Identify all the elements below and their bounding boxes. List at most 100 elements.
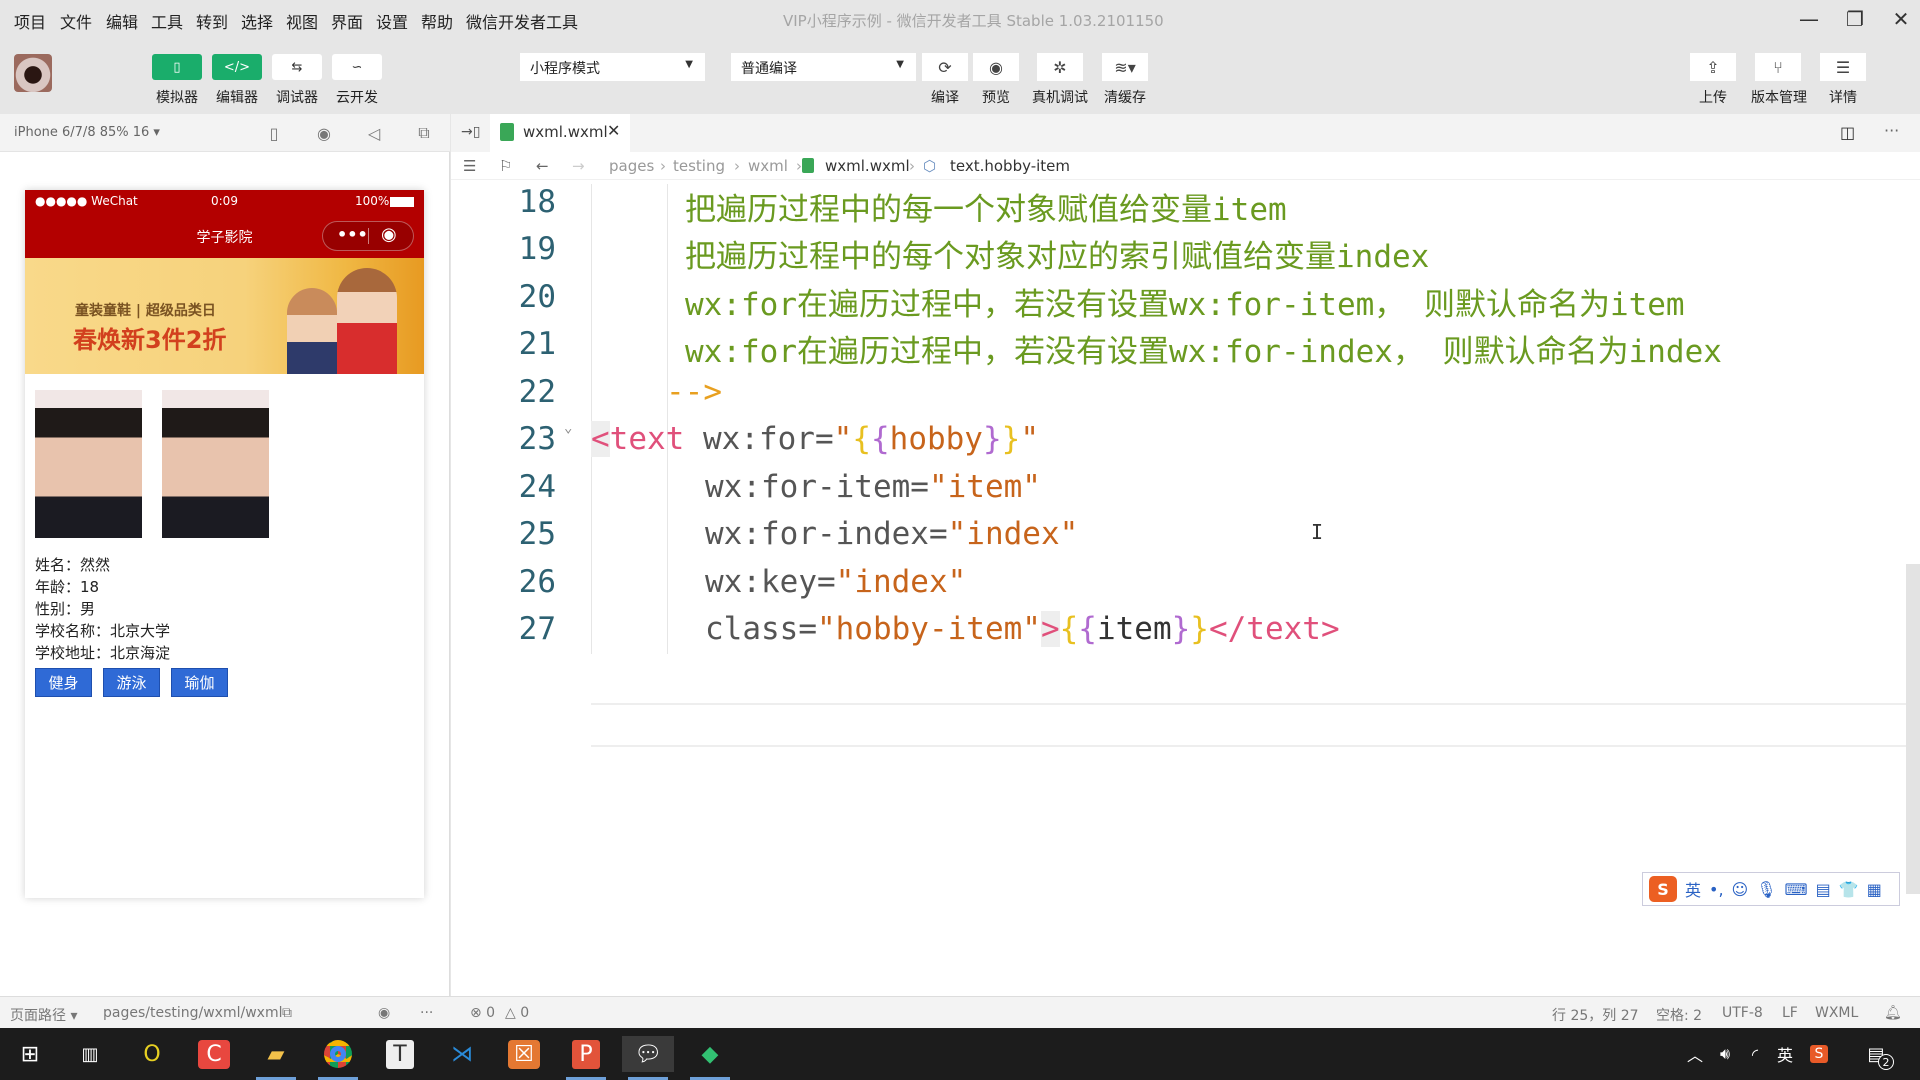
more-icon[interactable]: ··· <box>420 1005 433 1021</box>
copy-icon[interactable]: ⧉ <box>282 1005 292 1021</box>
record-icon[interactable]: ◉ <box>314 123 334 143</box>
bookmark-icon[interactable]: ⚐ <box>499 157 512 175</box>
skin-icon[interactable]: 👕 <box>1839 880 1859 899</box>
compile-mode-select[interactable]: 普通编译 ▼ <box>731 53 916 81</box>
hobby-item[interactable]: 瑜伽 <box>171 668 228 697</box>
input-lang-indicator[interactable]: 英 <box>1770 1036 1800 1072</box>
ime-lang-toggle[interactable]: 英 <box>1685 877 1701 901</box>
cursor-position[interactable]: 行 25，列 27 <box>1552 1005 1639 1025</box>
sogou-logo-icon[interactable]: S <box>1649 876 1677 902</box>
outline-icon[interactable]: ☰ <box>463 157 476 175</box>
punctuation-icon[interactable]: •, <box>1709 880 1724 899</box>
breadcrumb-item[interactable]: wxml <box>748 157 788 175</box>
app-c-icon[interactable]: C <box>188 1036 240 1072</box>
details-button[interactable]: ☰ <box>1820 53 1866 81</box>
editor-toggle-button[interactable]: </> <box>212 54 262 80</box>
back-icon[interactable]: ← <box>536 157 549 175</box>
debugger-toggle-button[interactable]: ⇆ <box>272 54 322 80</box>
menu-select[interactable]: 选择 <box>241 9 273 33</box>
sogou-tray-icon[interactable]: S <box>1804 1036 1834 1072</box>
eye-icon[interactable]: ◉ <box>378 1005 390 1021</box>
menu-project[interactable]: 项目 <box>14 9 46 33</box>
keyboard-icon[interactable]: ⌨ <box>1785 880 1808 899</box>
notification-center-icon[interactable]: ▤ 2 <box>1856 1036 1896 1072</box>
phone-rotate-icon[interactable]: ▯ <box>264 123 284 143</box>
volume-icon[interactable]: ◁ <box>364 123 384 143</box>
device-select[interactable]: iPhone 6/7/8 85% 16 ▾ <box>14 125 160 140</box>
line-number: 22 <box>518 374 556 410</box>
warning-count[interactable]: △ 0 <box>505 1005 529 1021</box>
error-count[interactable]: ⊗ 0 <box>470 1005 495 1021</box>
menu-devtools[interactable]: 微信开发者工具 <box>466 9 578 33</box>
forward-icon[interactable]: → <box>572 157 585 175</box>
page-path-select[interactable]: 页面路径 ▾ <box>10 1005 77 1025</box>
app-green-icon[interactable]: ◆ <box>684 1036 736 1080</box>
minimize-button[interactable]: — <box>1786 4 1832 34</box>
file-explorer-icon[interactable]: ▰ <box>250 1036 302 1080</box>
split-editor-icon[interactable]: ◫ <box>1840 123 1855 142</box>
powerpoint-icon[interactable]: P <box>560 1036 612 1080</box>
hobby-item[interactable]: 游泳 <box>103 668 160 697</box>
menu-help[interactable]: 帮助 <box>421 9 453 33</box>
typora-icon[interactable]: T <box>374 1036 426 1072</box>
breadcrumb-item[interactable]: wxml.wxml <box>825 157 910 175</box>
fold-chevron-icon[interactable]: ⌄ <box>564 420 572 436</box>
indentation[interactable]: 空格: 2 <box>1656 1005 1702 1025</box>
token: "index" <box>947 516 1079 552</box>
tray-expand-icon[interactable]: ︿ <box>1680 1036 1710 1072</box>
close-miniprogram-icon[interactable]: ◉ <box>381 224 397 245</box>
wifi-icon[interactable]: ◜ <box>1740 1036 1770 1072</box>
tab-wxml[interactable]: wxml.wxml ✕ <box>490 114 630 152</box>
menu-goto[interactable]: 转到 <box>196 9 228 33</box>
windows-start-icon[interactable]: ⊞ <box>4 1036 56 1072</box>
simulator-toggle-button[interactable]: ▯ <box>152 54 202 80</box>
menu-interface[interactable]: 界面 <box>331 9 363 33</box>
user-avatar[interactable] <box>14 54 52 92</box>
chrome-icon[interactable] <box>312 1036 364 1080</box>
close-button[interactable]: ✕ <box>1878 4 1920 34</box>
chevron-right-icon: › <box>909 157 915 175</box>
more-icon[interactable]: ••• <box>337 225 368 244</box>
line-ending[interactable]: LF <box>1782 1005 1798 1021</box>
code-line-comment: wx:for在遍历过程中，若没有设置wx:for-index， 则默认命名为in… <box>685 334 1722 370</box>
more-actions-icon[interactable]: ··· <box>1884 121 1899 140</box>
toolbox-icon[interactable]: ▤ <box>1816 880 1831 899</box>
bell-icon[interactable]: 🔔︎ <box>1884 1005 1902 1021</box>
close-tab-icon[interactable]: ✕ <box>607 121 620 140</box>
cortana-icon[interactable]: O <box>126 1036 178 1072</box>
menu-settings[interactable]: 设置 <box>376 9 408 33</box>
ime-toolbar: S 英 •, ☺ 🎙 ⌨ ▤ 👕 ▦ <box>1642 872 1900 906</box>
menu-tools[interactable]: 工具 <box>151 9 183 33</box>
cloud-dev-button[interactable]: ∽ <box>332 54 382 80</box>
code-line-comment: 把遍历过程中的每一个对象赋值给变量item <box>685 192 1287 228</box>
version-control-button[interactable]: ⑂ <box>1755 53 1801 81</box>
vscode-icon[interactable]: ⋊ <box>436 1036 488 1072</box>
emoji-icon[interactable]: ☺ <box>1732 880 1749 899</box>
detach-window-icon[interactable]: ⧉ <box>414 123 434 143</box>
compile-button[interactable]: ⟳ <box>922 53 968 81</box>
microphone-icon[interactable]: 🎙 <box>1756 880 1776 899</box>
menu-file[interactable]: 文件 <box>60 9 92 33</box>
upload-button[interactable]: ⇪ <box>1690 53 1736 81</box>
mode-select[interactable]: 小程序模式 ▼ <box>520 53 705 81</box>
language-mode[interactable]: WXML <box>1815 1005 1858 1021</box>
apps-grid-icon[interactable]: ▦ <box>1867 880 1882 899</box>
hobby-item[interactable]: 健身 <box>35 668 92 697</box>
preview-button[interactable]: ◉ <box>973 53 1019 81</box>
breadcrumb-item[interactable]: text.hobby-item <box>950 157 1070 175</box>
remote-debug-button[interactable]: ✲ <box>1037 53 1083 81</box>
clear-cache-button[interactable]: ≋▾ <box>1102 53 1148 81</box>
promo-banner[interactable]: 童装童鞋 | 超级品类日 春焕新3件2折 <box>25 258 424 374</box>
menu-view[interactable]: 视图 <box>286 9 318 33</box>
maximize-button[interactable]: ❐ <box>1832 4 1878 34</box>
menu-edit[interactable]: 编辑 <box>106 9 138 33</box>
breadcrumb-item[interactable]: pages <box>609 157 654 175</box>
xampp-icon[interactable]: ☒ <box>498 1036 550 1072</box>
vertical-scrollbar[interactable] <box>1906 564 1920 894</box>
wechat-devtools-icon[interactable]: 💬︎ <box>622 1036 674 1080</box>
task-view-icon[interactable]: ▥ <box>64 1036 116 1072</box>
collapse-sidebar-icon[interactable]: →▯ <box>461 124 480 140</box>
breadcrumb-item[interactable]: testing <box>673 157 725 175</box>
encoding[interactable]: UTF-8 <box>1722 1005 1763 1021</box>
volume-icon[interactable]: 🔊︎ <box>1710 1036 1740 1072</box>
